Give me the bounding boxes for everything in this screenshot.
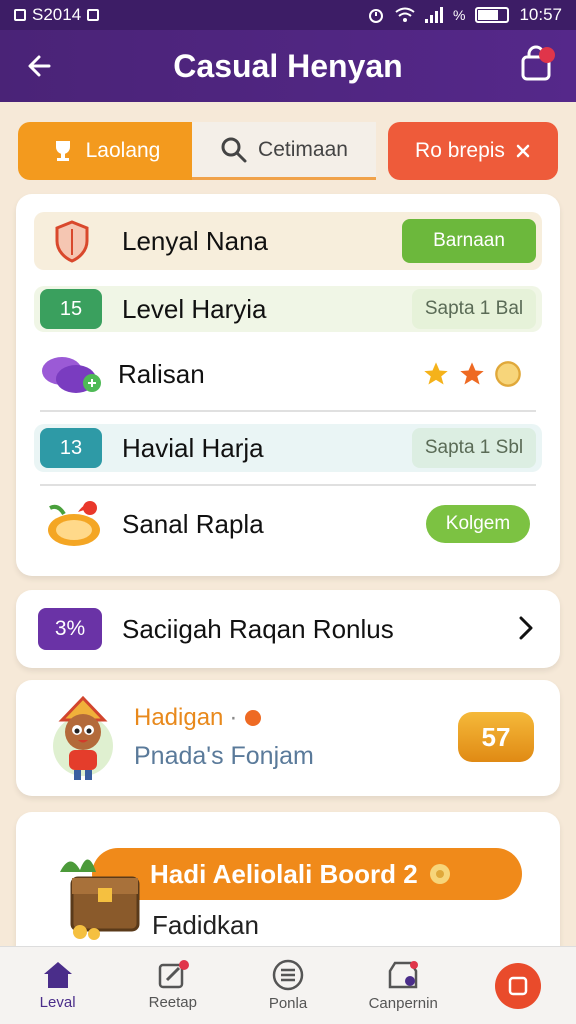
fruit-icon [48,501,100,546]
tab-laolang[interactable]: Laolang [18,122,192,180]
mascot-title: Hadigan [134,704,224,731]
row-label: Sanal Rapla [122,508,264,539]
coin-icon [495,361,521,387]
tab-laolang-label: Laolang [85,139,161,162]
bonus-label: Saciigah Raqan Ronlus [122,613,394,644]
stop-icon [509,976,528,995]
nav-label: Reetap [148,994,197,1011]
bonus-percent-badge: 3% [38,608,102,650]
shopping-bag-icon [521,45,555,81]
nav-canpernin[interactable]: Canpernin [346,947,461,1024]
nav-label: Ponla [268,995,308,1012]
menu-icon [272,959,304,991]
chest-subtitle: Fadidkan [152,910,259,940]
app-notification-icon [87,9,100,21]
tab-cetimaan[interactable]: Cetimaan [192,122,376,180]
list-item[interactable]: 13 Havial Harja Sapta 1 Sbl [34,424,542,472]
nav-ponla[interactable]: Ponla [230,947,345,1024]
tab-cetimaan-label: Cetimaan [258,137,348,161]
page-title: Casual Henyan [173,47,403,84]
mascot-subtitle: Pnada's Fonjam [134,742,314,770]
close-icon [516,144,530,158]
chevron-right-icon [519,616,533,640]
list-item[interactable]: Ralisan [34,344,542,404]
level-list-card: Lenyal Nana Barnaan 15 Level Haryia Sapt… [16,194,560,576]
tab-ro-brepis[interactable]: Ro brepis [388,122,558,180]
list-item[interactable]: Sanal Rapla Kolgem [34,492,542,556]
tab-bar: Laolang Cetimaan Ro brepis [18,122,558,182]
level-badge: 13 [40,428,102,468]
shield-icon [55,220,89,263]
kolgem-button[interactable]: Kolgem [426,505,530,543]
status-pill: Sapta 1 Bal [412,289,536,329]
nav-stop[interactable] [461,947,576,1024]
chest-card[interactable]: Hadi Aeliolali Boord 2 Fadidkan [16,812,560,962]
divider [40,410,536,412]
shop-bag-button[interactable] [516,44,560,88]
row-label: Havial Harja [122,432,264,463]
row-label: Level Haryia [122,293,267,324]
status-time: 10:57 [519,5,562,24]
nav-label: Leval [39,994,76,1011]
bottom-navigation: Leval Reetap Ponla Canpernin [0,946,576,1024]
coin-icon [429,864,450,884]
status-pill: Sapta 1 Sbl [412,428,536,468]
chest-banner-label: Hadi Aeliolali Boord 2 [150,858,418,889]
coin-value: 57 [481,721,511,752]
mascot-title-row: Hadigan · [134,704,263,732]
list-item[interactable]: Lenyal Nana Barnaan [34,212,542,270]
star-icon [424,362,448,385]
bonus-card[interactable]: 3% Saciigah Raqan Ronlus [16,590,560,668]
notification-icon [14,9,26,21]
star-icon [460,362,484,385]
barnaan-button[interactable]: Barnaan [402,219,536,263]
treasure-chest-icon [60,859,140,940]
search-icon [221,137,247,162]
divider [40,484,536,486]
percent-glyph: % [453,7,466,23]
mascot-card[interactable]: Hadigan · Pnada's Fonjam 57 [16,680,560,796]
signal-icon [425,7,443,23]
coin-icon [245,710,262,726]
row-label: Lenyal Nana [122,225,268,256]
gems-icon [42,357,101,393]
chest-banner: Hadi Aeliolali Boord 2 [92,848,522,900]
shop-icon [388,961,419,989]
mascot-avatar-icon [53,695,113,780]
nav-label: Canpernin [368,995,438,1012]
nav-leval[interactable]: Leval [0,947,115,1024]
tab-ro-brepis-label: Ro brepis [415,139,505,162]
alarm-icon [369,9,383,23]
row-label: Ralisan [118,358,205,389]
coin-value-pill[interactable]: 57 [458,712,534,762]
trophy-icon [55,141,70,161]
stop-button[interactable] [495,962,542,1009]
status-left-text: S2014 [32,5,82,24]
wifi-icon [395,7,415,22]
edit-icon [158,960,189,989]
status-bar: S2014 % 10:57 [0,0,576,30]
list-item[interactable]: 15 Level Haryia Sapta 1 Bal [34,286,542,332]
nav-reetap[interactable]: Reetap [115,947,230,1024]
battery-icon [475,7,510,23]
app-header: Casual Henyan [0,30,576,102]
level-badge: 15 [40,289,102,329]
home-icon [43,962,72,988]
